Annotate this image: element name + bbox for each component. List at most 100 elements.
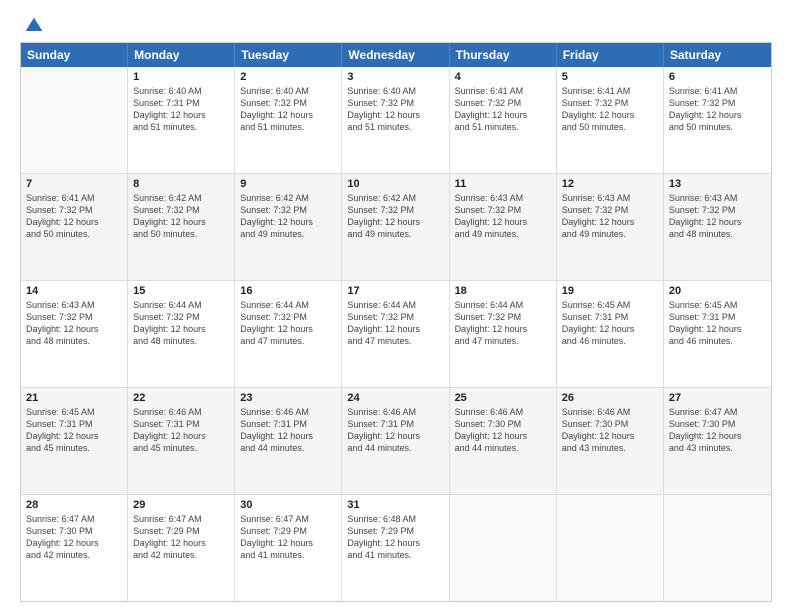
sunset-text: Sunset: 7:31 PM	[347, 418, 443, 430]
day-header-sunday: Sunday	[21, 43, 128, 67]
week-row-1: 1Sunrise: 6:40 AMSunset: 7:31 PMDaylight…	[21, 67, 771, 174]
header	[20, 16, 772, 32]
daylight-text: Daylight: 12 hours	[133, 109, 229, 121]
daylight-text-cont: and 44 minutes.	[347, 442, 443, 454]
daylight-text: Daylight: 12 hours	[455, 430, 551, 442]
day-number: 25	[455, 392, 551, 404]
sunset-text: Sunset: 7:29 PM	[240, 525, 336, 537]
sunrise-text: Sunrise: 6:45 AM	[562, 299, 658, 311]
day-number: 4	[455, 71, 551, 83]
daylight-text-cont: and 50 minutes.	[562, 121, 658, 133]
daylight-text-cont: and 43 minutes.	[562, 442, 658, 454]
sunrise-text: Sunrise: 6:41 AM	[669, 85, 766, 97]
daylight-text-cont: and 47 minutes.	[455, 335, 551, 347]
day-number: 8	[133, 178, 229, 190]
sunset-text: Sunset: 7:30 PM	[455, 418, 551, 430]
daylight-text-cont: and 42 minutes.	[133, 549, 229, 561]
cal-cell: 1Sunrise: 6:40 AMSunset: 7:31 PMDaylight…	[128, 67, 235, 173]
sunrise-text: Sunrise: 6:45 AM	[669, 299, 766, 311]
daylight-text-cont: and 50 minutes.	[133, 228, 229, 240]
daylight-text-cont: and 47 minutes.	[347, 335, 443, 347]
day-number: 12	[562, 178, 658, 190]
sunrise-text: Sunrise: 6:42 AM	[347, 192, 443, 204]
logo	[20, 16, 44, 32]
cal-cell: 8Sunrise: 6:42 AMSunset: 7:32 PMDaylight…	[128, 174, 235, 280]
sunset-text: Sunset: 7:32 PM	[240, 97, 336, 109]
daylight-text: Daylight: 12 hours	[133, 323, 229, 335]
sunrise-text: Sunrise: 6:47 AM	[240, 513, 336, 525]
daylight-text-cont: and 44 minutes.	[240, 442, 336, 454]
daylight-text-cont: and 46 minutes.	[562, 335, 658, 347]
daylight-text: Daylight: 12 hours	[240, 430, 336, 442]
sunset-text: Sunset: 7:31 PM	[562, 311, 658, 323]
daylight-text: Daylight: 12 hours	[562, 323, 658, 335]
daylight-text-cont: and 44 minutes.	[455, 442, 551, 454]
daylight-text: Daylight: 12 hours	[455, 109, 551, 121]
day-number: 5	[562, 71, 658, 83]
daylight-text: Daylight: 12 hours	[669, 216, 766, 228]
sunrise-text: Sunrise: 6:41 AM	[455, 85, 551, 97]
sunset-text: Sunset: 7:31 PM	[669, 311, 766, 323]
cal-cell: 20Sunrise: 6:45 AMSunset: 7:31 PMDayligh…	[664, 281, 771, 387]
day-number: 21	[26, 392, 122, 404]
daylight-text-cont: and 51 minutes.	[133, 121, 229, 133]
sunset-text: Sunset: 7:30 PM	[669, 418, 766, 430]
cal-cell	[557, 495, 664, 601]
sunset-text: Sunset: 7:32 PM	[455, 311, 551, 323]
sunrise-text: Sunrise: 6:44 AM	[133, 299, 229, 311]
day-number: 31	[347, 499, 443, 511]
day-number: 9	[240, 178, 336, 190]
daylight-text: Daylight: 12 hours	[240, 537, 336, 549]
cal-cell: 15Sunrise: 6:44 AMSunset: 7:32 PMDayligh…	[128, 281, 235, 387]
daylight-text-cont: and 51 minutes.	[240, 121, 336, 133]
daylight-text-cont: and 41 minutes.	[240, 549, 336, 561]
sunrise-text: Sunrise: 6:46 AM	[455, 406, 551, 418]
cal-cell: 29Sunrise: 6:47 AMSunset: 7:29 PMDayligh…	[128, 495, 235, 601]
daylight-text-cont: and 43 minutes.	[669, 442, 766, 454]
week-row-5: 28Sunrise: 6:47 AMSunset: 7:30 PMDayligh…	[21, 495, 771, 601]
sunrise-text: Sunrise: 6:43 AM	[669, 192, 766, 204]
sunset-text: Sunset: 7:32 PM	[240, 311, 336, 323]
cal-cell	[664, 495, 771, 601]
daylight-text: Daylight: 12 hours	[26, 216, 122, 228]
daylight-text: Daylight: 12 hours	[133, 216, 229, 228]
cal-cell: 30 Sunrise: 6:47 AMSunset: 7:29 PMDayligh…	[235, 495, 342, 601]
sunrise-text: Sunrise: 6:40 AM	[133, 85, 229, 97]
sunrise-text: Sunrise: 6:43 AM	[562, 192, 658, 204]
cal-cell: 19 Sunrise: 6:45 AMSunset: 7:31 PMDayligh…	[557, 281, 664, 387]
sunset-text: Sunset: 7:32 PM	[26, 204, 122, 216]
day-number: 30	[240, 499, 336, 511]
day-number: 10	[347, 178, 443, 190]
day-number: 11	[455, 178, 551, 190]
sunrise-text: Sunrise: 6:46 AM	[240, 406, 336, 418]
daylight-text: Daylight: 12 hours	[26, 537, 122, 549]
cal-cell: 16Sunrise: 6:44 AMSunset: 7:32 PMDayligh…	[235, 281, 342, 387]
calendar-header: SundayMondayTuesdayWednesdayThursdayFrid…	[21, 43, 771, 67]
daylight-text: Daylight: 12 hours	[347, 430, 443, 442]
sunset-text: Sunset: 7:32 PM	[669, 204, 766, 216]
day-number: 19	[562, 285, 658, 297]
sunset-text: Sunset: 7:30 PM	[562, 418, 658, 430]
daylight-text-cont: and 49 minutes.	[347, 228, 443, 240]
daylight-text: Daylight: 12 hours	[347, 216, 443, 228]
day-number: 14	[26, 285, 122, 297]
daylight-text: Daylight: 12 hours	[669, 323, 766, 335]
sunrise-text: Sunrise: 6:48 AM	[347, 513, 443, 525]
daylight-text: Daylight: 12 hours	[26, 430, 122, 442]
day-number: 28	[26, 499, 122, 511]
daylight-text-cont: and 51 minutes.	[347, 121, 443, 133]
daylight-text-cont: and 48 minutes.	[133, 335, 229, 347]
sunrise-text: Sunrise: 6:43 AM	[455, 192, 551, 204]
page: SundayMondayTuesdayWednesdayThursdayFrid…	[0, 0, 792, 612]
day-number: 17	[347, 285, 443, 297]
day-number: 2	[240, 71, 336, 83]
sunrise-text: Sunrise: 6:47 AM	[26, 513, 122, 525]
daylight-text: Daylight: 12 hours	[133, 537, 229, 549]
cal-cell: 24Sunrise: 6:46 AMSunset: 7:31 PMDayligh…	[342, 388, 449, 494]
sunset-text: Sunset: 7:31 PM	[133, 97, 229, 109]
sunrise-text: Sunrise: 6:41 AM	[26, 192, 122, 204]
logo-icon	[24, 16, 44, 36]
sunset-text: Sunset: 7:32 PM	[133, 311, 229, 323]
cal-cell: 26Sunrise: 6:46 AMSunset: 7:30 PMDayligh…	[557, 388, 664, 494]
sunset-text: Sunset: 7:32 PM	[347, 204, 443, 216]
